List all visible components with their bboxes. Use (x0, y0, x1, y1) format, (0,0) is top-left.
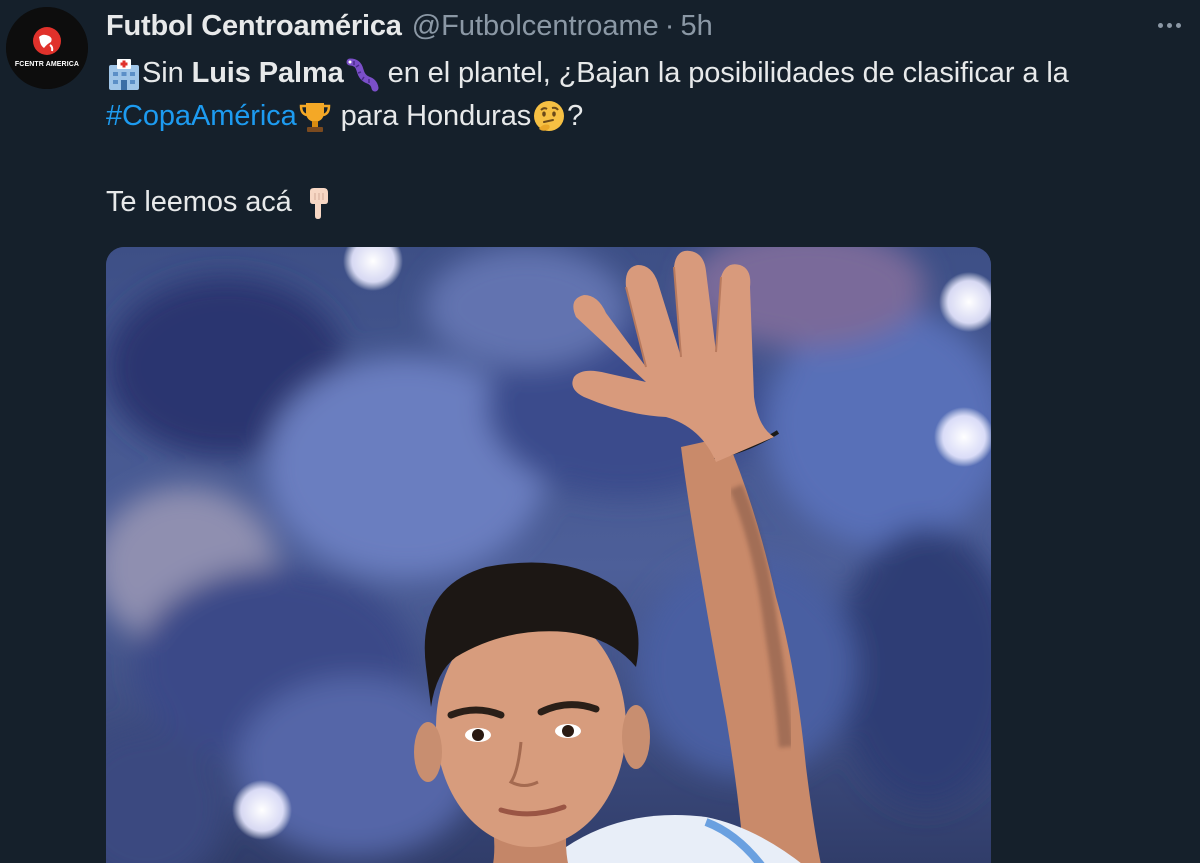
separator: · (664, 9, 675, 42)
avatar-logo-text: FCENTR AMERICA (14, 61, 80, 68)
text-segment: Sin (142, 57, 192, 89)
tweet-text-line-2: #CopaAmérica para Honduras ? (106, 95, 1196, 138)
tweet-photo[interactable] (106, 247, 991, 863)
tweet-text-line-1: Sin Luis Palma en el plantel, ¿Bajan la … (106, 52, 1196, 95)
bold-name: Luis Palma (191, 57, 344, 89)
text-segment: ? (567, 100, 584, 132)
tweet[interactable]: FCENTR AMERICA Futbol Centroamérica @Fut… (0, 0, 1200, 863)
avatar-logo-icon (6, 7, 88, 89)
trophy-emoji-icon (297, 99, 333, 135)
text-segment: en el plantel, ¿Bajan la posibilidades d… (379, 57, 1069, 89)
text-segment: para Honduras (332, 100, 532, 132)
text-segment: Te leemos acá (106, 186, 300, 218)
tweet-text-line-3: Te leemos acá (106, 181, 1196, 224)
hospital-emoji-icon (106, 56, 142, 92)
hashtag-link[interactable]: #CopaAmérica (106, 95, 297, 138)
tweet-text: Sin Luis Palma en el plantel, ¿Bajan la … (106, 52, 1196, 224)
user-handle[interactable]: @Futbolcentroame (412, 10, 659, 43)
display-name[interactable]: Futbol Centroamérica (106, 10, 402, 43)
photo-player-waving-image (106, 247, 991, 863)
avatar[interactable]: FCENTR AMERICA (6, 7, 88, 89)
pointing-down-emoji-icon (300, 185, 336, 221)
timestamp[interactable]: 5h (680, 10, 712, 43)
tweet-header: Futbol Centroamérica @Futbolcentroame · … (106, 6, 713, 46)
more-icon[interactable] (1152, 14, 1186, 36)
thinking-face-emoji-icon (531, 99, 567, 135)
worm-emoji-icon (344, 56, 380, 92)
